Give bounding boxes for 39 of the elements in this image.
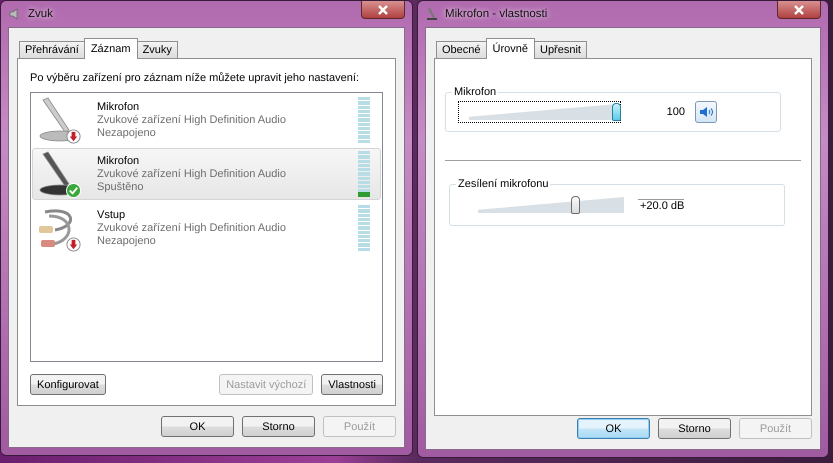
volume-value: 100: [666, 106, 685, 118]
dialog-button[interactable]: Storno: [658, 418, 731, 439]
device-name: Mikrofon: [97, 100, 140, 114]
level-meter: [358, 151, 370, 197]
level-meter: [358, 205, 370, 251]
tab[interactable]: Upřesnit: [534, 41, 587, 58]
device-description: Zvukové zařízení High Definition Audio: [97, 222, 287, 234]
device-name: Mikrofon: [97, 154, 140, 168]
level-meter: [358, 97, 370, 143]
device-item[interactable]: Mikrofon Zvukové zařízení High Definition Audio Nezapojeno: [32, 94, 381, 146]
close-icon: [793, 4, 805, 14]
tab[interactable]: Přehrávání: [19, 41, 85, 58]
tab[interactable]: Úrovně: [486, 38, 535, 59]
device-status: Spuštěno: [97, 180, 144, 194]
device-status: Nezapojeno: [97, 126, 157, 140]
boost-value: +20.0 dB: [638, 198, 684, 212]
close-button[interactable]: [777, 1, 821, 19]
instruction-text: Po výběru zařízení pro záznam níže můžete upravit jeho nastavení:: [30, 72, 360, 84]
device-item[interactable]: Mikrofon Zvukové zařízení High Definition Audio Spuštěno: [32, 148, 381, 200]
speaker-icon: [699, 105, 713, 119]
tab[interactable]: Záznam: [84, 38, 138, 59]
window-title: Zvuk: [28, 8, 53, 20]
device-item[interactable]: Vstup Zvukové zařízení High Definition Audio Nezapojeno: [32, 202, 381, 254]
window-title: Mikrofon - vlastnosti: [445, 8, 548, 20]
device-description: Zvukové zařízení High Definition Audio: [97, 168, 287, 180]
close-button[interactable]: [361, 1, 405, 19]
close-icon: [377, 4, 389, 14]
mute-button[interactable]: [695, 101, 717, 123]
device-description: Zvukové zařízení High Definition Audio: [97, 114, 287, 126]
tab[interactable]: Zvuky: [136, 41, 178, 58]
device-name: Vstup: [97, 208, 126, 222]
device-status: Nezapojeno: [97, 234, 157, 248]
microphone-icon: [425, 7, 439, 21]
action-button[interactable]: Konfigurovat: [30, 374, 106, 395]
tab[interactable]: Obecné: [436, 41, 487, 58]
action-button[interactable]: Vlastnosti: [321, 374, 383, 395]
dialog-button[interactable]: OK: [577, 418, 650, 439]
dialog-button[interactable]: Storno: [242, 416, 315, 437]
dialog-button[interactable]: OK: [161, 416, 234, 437]
